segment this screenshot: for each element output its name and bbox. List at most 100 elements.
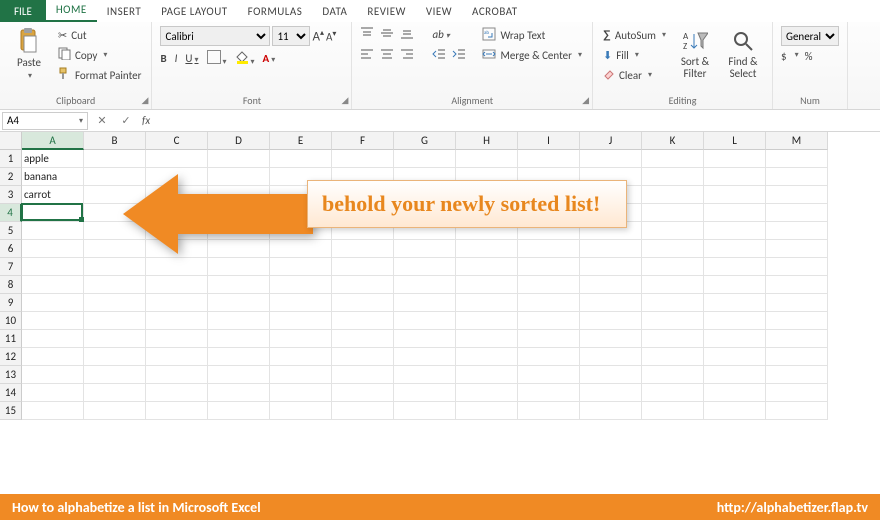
cell-G11[interactable] <box>394 330 456 348</box>
cell-A15[interactable] <box>22 402 84 420</box>
row-header-1[interactable]: 1 <box>0 150 22 168</box>
cell-M1[interactable] <box>766 150 828 168</box>
column-header-M[interactable]: M <box>766 132 828 150</box>
tab-review[interactable]: REVIEW <box>357 1 416 22</box>
cell-I1[interactable] <box>518 150 580 168</box>
cell-J8[interactable] <box>580 276 642 294</box>
cell-C9[interactable] <box>146 294 208 312</box>
cell-A13[interactable] <box>22 366 84 384</box>
cell-F7[interactable] <box>332 258 394 276</box>
cell-K3[interactable] <box>642 186 704 204</box>
cell-A4[interactable] <box>22 204 84 222</box>
cell-D9[interactable] <box>208 294 270 312</box>
borders-button[interactable]: ▾ <box>207 50 227 67</box>
cell-E12[interactable] <box>270 348 332 366</box>
cell-D10[interactable] <box>208 312 270 330</box>
cell-G15[interactable] <box>394 402 456 420</box>
cell-J13[interactable] <box>580 366 642 384</box>
cell-K6[interactable] <box>642 240 704 258</box>
cell-D12[interactable] <box>208 348 270 366</box>
cell-G1[interactable] <box>394 150 456 168</box>
cell-C7[interactable] <box>146 258 208 276</box>
cell-E8[interactable] <box>270 276 332 294</box>
format-painter-button[interactable]: Format Painter <box>56 66 143 84</box>
dialog-launcher-icon[interactable]: ◢ <box>582 95 589 106</box>
cell-I7[interactable] <box>518 258 580 276</box>
cell-A6[interactable] <box>22 240 84 258</box>
italic-button[interactable]: I <box>175 52 178 65</box>
cut-button[interactable]: ✂ Cut <box>56 26 143 44</box>
column-header-F[interactable]: F <box>332 132 394 150</box>
cell-M11[interactable] <box>766 330 828 348</box>
cell-L12[interactable] <box>704 348 766 366</box>
cell-B10[interactable] <box>84 312 146 330</box>
row-header-7[interactable]: 7 <box>0 258 22 276</box>
cell-F1[interactable] <box>332 150 394 168</box>
cell-B11[interactable] <box>84 330 146 348</box>
underline-button[interactable]: U▾ <box>185 52 198 65</box>
cell-I15[interactable] <box>518 402 580 420</box>
cell-G6[interactable] <box>394 240 456 258</box>
column-header-L[interactable]: L <box>704 132 766 150</box>
find-select-button[interactable]: Find & Select <box>722 26 764 80</box>
cell-G14[interactable] <box>394 384 456 402</box>
cell-J10[interactable] <box>580 312 642 330</box>
align-center-button[interactable] <box>380 47 394 64</box>
cell-F9[interactable] <box>332 294 394 312</box>
cell-K1[interactable] <box>642 150 704 168</box>
cell-B13[interactable] <box>84 366 146 384</box>
cell-H11[interactable] <box>456 330 518 348</box>
cell-L14[interactable] <box>704 384 766 402</box>
tab-insert[interactable]: INSERT <box>97 1 152 22</box>
cancel-formula-button[interactable]: ✕ <box>90 114 114 127</box>
cell-J12[interactable] <box>580 348 642 366</box>
cell-E10[interactable] <box>270 312 332 330</box>
cell-H10[interactable] <box>456 312 518 330</box>
cell-I9[interactable] <box>518 294 580 312</box>
cell-I12[interactable] <box>518 348 580 366</box>
align-bottom-button[interactable] <box>400 26 414 43</box>
cell-L5[interactable] <box>704 222 766 240</box>
row-header-3[interactable]: 3 <box>0 186 22 204</box>
cell-M7[interactable] <box>766 258 828 276</box>
align-middle-button[interactable] <box>380 26 394 43</box>
fx-icon[interactable]: fx <box>142 114 150 127</box>
cell-H12[interactable] <box>456 348 518 366</box>
cell-L10[interactable] <box>704 312 766 330</box>
cell-M15[interactable] <box>766 402 828 420</box>
cell-M3[interactable] <box>766 186 828 204</box>
cell-H7[interactable] <box>456 258 518 276</box>
cell-G8[interactable] <box>394 276 456 294</box>
cell-M12[interactable] <box>766 348 828 366</box>
cell-K12[interactable] <box>642 348 704 366</box>
cell-H1[interactable] <box>456 150 518 168</box>
cell-H8[interactable] <box>456 276 518 294</box>
cell-H13[interactable] <box>456 366 518 384</box>
cell-I11[interactable] <box>518 330 580 348</box>
column-header-G[interactable]: G <box>394 132 456 150</box>
cell-K14[interactable] <box>642 384 704 402</box>
cell-A7[interactable] <box>22 258 84 276</box>
decrease-font-button[interactable]: A▾ <box>326 29 336 44</box>
cell-L13[interactable] <box>704 366 766 384</box>
row-header-11[interactable]: 11 <box>0 330 22 348</box>
cell-A11[interactable] <box>22 330 84 348</box>
cell-F12[interactable] <box>332 348 394 366</box>
cell-E14[interactable] <box>270 384 332 402</box>
column-header-A[interactable]: A <box>22 132 84 150</box>
row-header-13[interactable]: 13 <box>0 366 22 384</box>
row-header-4[interactable]: 4 <box>0 204 22 222</box>
cell-L6[interactable] <box>704 240 766 258</box>
cell-E13[interactable] <box>270 366 332 384</box>
row-header-5[interactable]: 5 <box>0 222 22 240</box>
cell-D15[interactable] <box>208 402 270 420</box>
cell-B9[interactable] <box>84 294 146 312</box>
enter-formula-button[interactable]: ✓ <box>114 114 138 127</box>
row-header-12[interactable]: 12 <box>0 348 22 366</box>
cell-F14[interactable] <box>332 384 394 402</box>
cell-L11[interactable] <box>704 330 766 348</box>
cell-I8[interactable] <box>518 276 580 294</box>
dialog-launcher-icon[interactable]: ◢ <box>342 95 349 106</box>
column-header-I[interactable]: I <box>518 132 580 150</box>
cell-D7[interactable] <box>208 258 270 276</box>
